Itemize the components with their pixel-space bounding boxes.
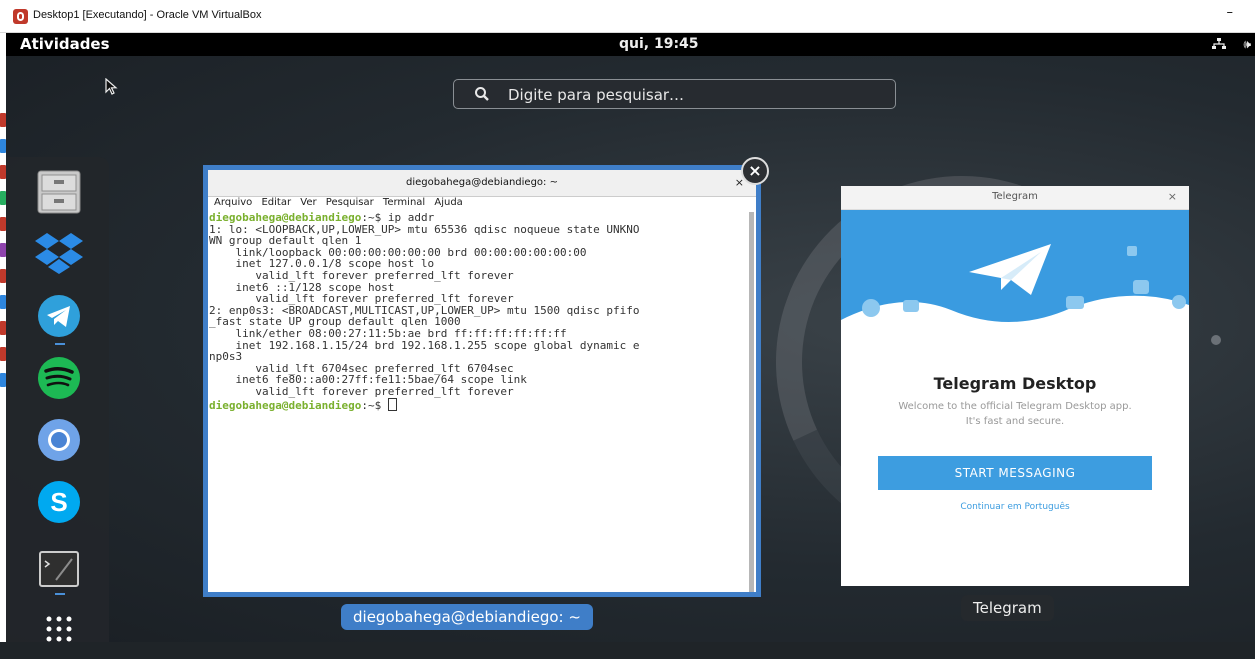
terminal-icon: [39, 551, 79, 587]
clock[interactable]: qui, 19:45: [619, 36, 699, 52]
show-applications-button[interactable]: [30, 609, 88, 659]
terminal-title: diegobahega@debiandiego: ~: [406, 177, 558, 188]
telegram-plane-illustration: [841, 244, 1189, 345]
terminal-output[interactable]: diegobahega@debiandiego:~$ ip addr 1: lo…: [208, 212, 749, 594]
prompt-suffix: :~$: [361, 398, 388, 412]
output-line: valid_lft forever preferred_lft forever: [209, 384, 514, 398]
search-field[interactable]: Digite para pesquisar…: [453, 79, 896, 109]
telegram-window[interactable]: Telegram × Telegram Desktop Welcome to t…: [841, 186, 1189, 586]
running-indicator-telegram: [55, 343, 65, 345]
chromium-icon: [38, 419, 80, 461]
running-indicator-terminal: [55, 593, 65, 595]
telegram-titlebar[interactable]: Telegram ×: [841, 186, 1189, 210]
menu-terminal[interactable]: Terminal: [383, 197, 425, 208]
continue-portuguese-link[interactable]: Continuar em Português: [841, 502, 1189, 512]
dash-app-files[interactable]: [30, 167, 88, 217]
dash: S: [6, 157, 109, 642]
telegram-close-icon[interactable]: ×: [1168, 190, 1177, 203]
dash-app-dropbox[interactable]: [30, 229, 88, 279]
telegram-desc-line2: It's fast and secure.: [965, 416, 1065, 427]
app-grid-icon: [46, 616, 72, 642]
top-bar: Atividades qui, 19:45 🕪: [6, 33, 1255, 58]
dash-app-telegram[interactable]: [30, 291, 88, 341]
search-placeholder: Digite para pesquisar…: [508, 86, 685, 104]
telegram-title: Telegram: [992, 191, 1038, 202]
overview-close-button[interactable]: ×: [741, 157, 769, 185]
skype-icon: S: [38, 481, 80, 523]
dash-app-spotify[interactable]: [30, 353, 88, 403]
virtualbox-icon: [13, 9, 28, 24]
mouse-pointer-icon: [105, 78, 118, 95]
volume-icon[interactable]: 🕪: [1243, 37, 1251, 52]
terminal-titlebar[interactable]: diegobahega@debiandiego: ~ ×: [208, 170, 756, 197]
minimize-button[interactable]: –: [1227, 5, 1234, 20]
menu-ajuda[interactable]: Ajuda: [434, 197, 462, 208]
terminal-window-caption[interactable]: diegobahega@debiandiego: ~: [341, 604, 593, 630]
vbox-titlebar: Desktop1 [Executando] - Oracle VM Virtua…: [0, 0, 1255, 33]
output-line: inet 192.168.1.15/24 brd 192.168.1.255 s…: [209, 338, 640, 352]
start-messaging-button[interactable]: START MESSAGING: [878, 456, 1152, 490]
activities-button[interactable]: Atividades: [6, 33, 124, 58]
dash-app-skype[interactable]: S: [30, 477, 88, 527]
telegram-desc-line1: Welcome to the official Telegram Desktop…: [898, 401, 1132, 412]
network-icon[interactable]: [1211, 38, 1227, 50]
dash-app-chromium[interactable]: [30, 415, 88, 465]
svg-text:S: S: [50, 487, 67, 517]
telegram-heading: Telegram Desktop: [933, 374, 1097, 393]
window-title: Desktop1 [Executando] - Oracle VM Virtua…: [33, 9, 262, 21]
search-icon: [475, 87, 489, 101]
menu-editar[interactable]: Editar: [261, 197, 291, 208]
telegram-icon: [38, 295, 80, 337]
dash-app-terminal[interactable]: [30, 545, 88, 595]
telegram-banner: [841, 210, 1189, 345]
text-cursor: [387, 397, 397, 411]
telegram-description: Welcome to the official Telegram Desktop…: [861, 399, 1169, 429]
workspace-dot: [1211, 335, 1221, 345]
file-cabinet-icon: [37, 170, 81, 214]
menu-ver[interactable]: Ver: [300, 197, 316, 208]
terminal-window[interactable]: diegobahega@debiandiego: ~ × Arquivo Edi…: [203, 165, 761, 597]
terminal-scrollbar[interactable]: [749, 212, 754, 592]
telegram-window-caption[interactable]: Telegram: [961, 595, 1054, 621]
menu-pesquisar[interactable]: Pesquisar: [326, 197, 374, 208]
menu-arquivo[interactable]: Arquivo: [214, 197, 252, 208]
terminal-menubar: Arquivo Editar Ver Pesquisar Terminal Aj…: [208, 197, 756, 210]
dropbox-icon: [35, 233, 83, 274]
spotify-icon: [38, 357, 80, 399]
terminal-prompt: diegobahega@debiandiego: [209, 398, 362, 412]
